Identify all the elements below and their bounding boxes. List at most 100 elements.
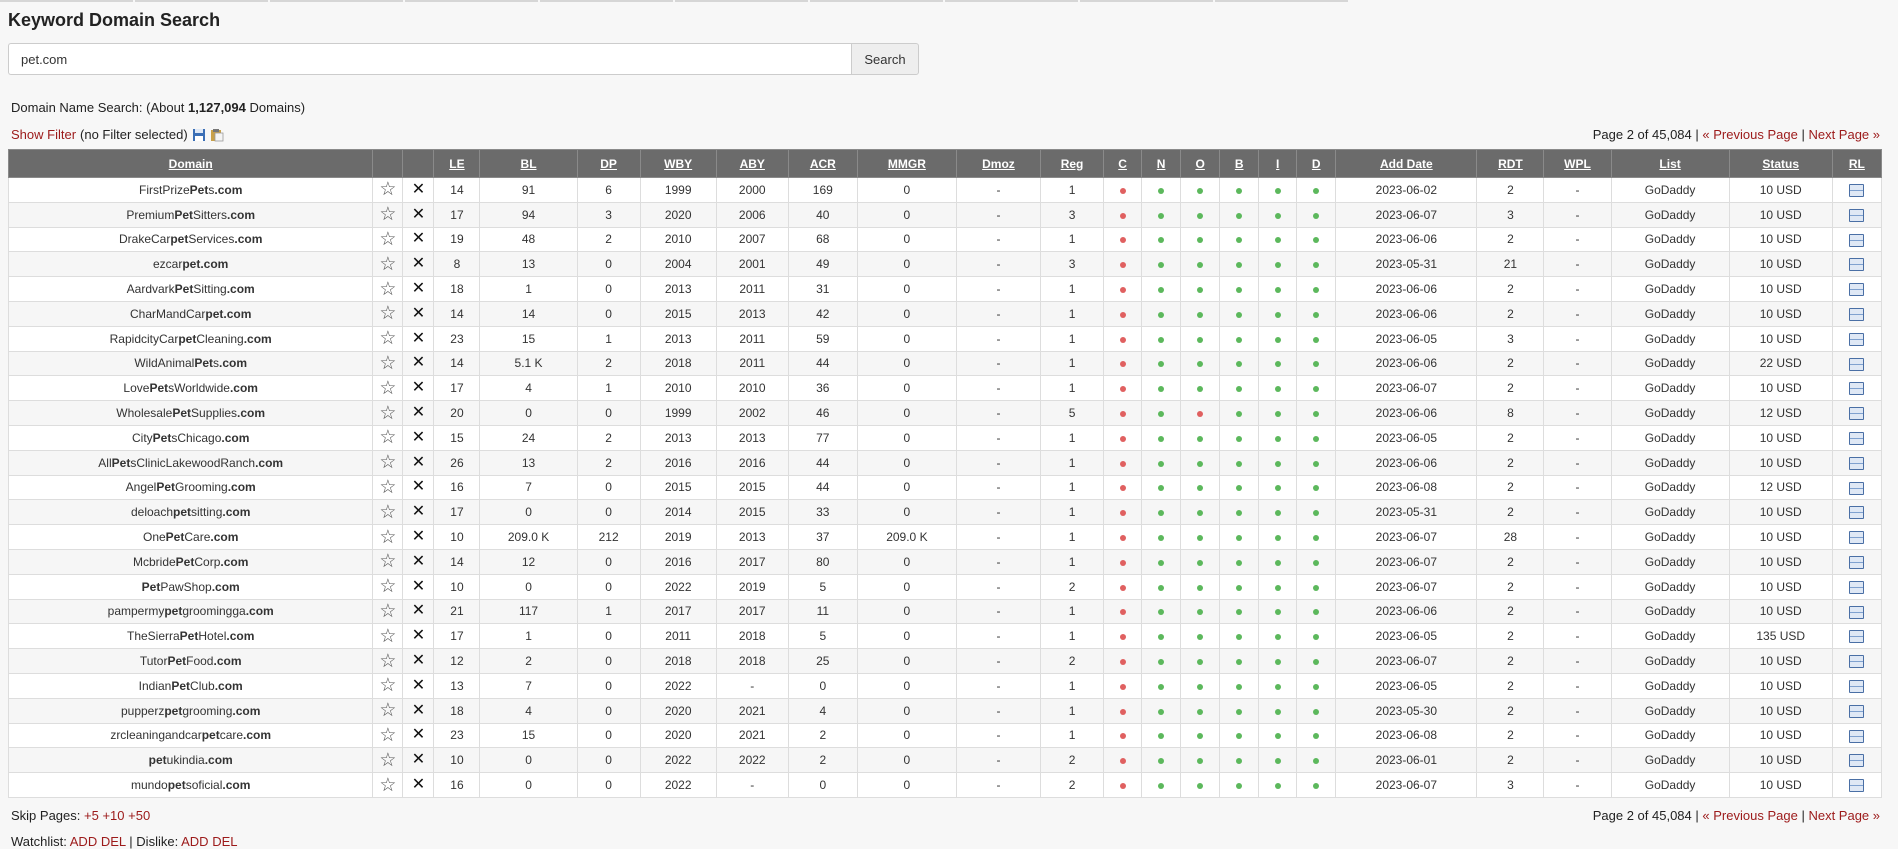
col-domain[interactable]: Domain — [7, 149, 374, 178]
close-icon[interactable]: ✕ — [412, 528, 425, 545]
star-icon[interactable]: ☆ — [379, 576, 396, 597]
close-icon[interactable]: ✕ — [412, 677, 425, 694]
top-tab[interactable] — [405, 0, 538, 2]
domain-link[interactable]: AardvarkPetSitting.com — [127, 282, 255, 296]
report-icon[interactable] — [1849, 233, 1865, 247]
star-icon[interactable]: ☆ — [379, 279, 396, 300]
domain-link[interactable]: WholesalePetSupplies.com — [116, 406, 265, 420]
star-icon[interactable]: ☆ — [379, 452, 396, 473]
report-icon[interactable] — [1849, 208, 1865, 222]
close-icon[interactable]: ✕ — [412, 404, 425, 421]
star-icon[interactable]: ☆ — [379, 378, 396, 399]
top-tab[interactable] — [1080, 0, 1213, 2]
report-icon[interactable] — [1849, 283, 1865, 297]
close-icon[interactable]: ✕ — [412, 578, 425, 595]
col-wpl[interactable]: WPL — [1543, 149, 1612, 178]
report-icon[interactable] — [1849, 184, 1865, 198]
star-icon[interactable]: ☆ — [379, 750, 396, 771]
close-icon[interactable]: ✕ — [412, 230, 425, 247]
domain-link[interactable]: pupperzpetgrooming.com — [121, 704, 260, 718]
col-status[interactable]: Status — [1728, 149, 1833, 178]
star-icon[interactable]: ☆ — [379, 229, 396, 250]
close-icon[interactable]: ✕ — [412, 702, 425, 719]
close-icon[interactable]: ✕ — [412, 751, 425, 768]
report-icon[interactable] — [1849, 754, 1865, 768]
close-icon[interactable]: ✕ — [412, 206, 425, 223]
domain-link[interactable]: DrakeCarpetServices.com — [119, 232, 262, 246]
report-icon[interactable] — [1849, 605, 1865, 619]
close-icon[interactable]: ✕ — [412, 280, 425, 297]
report-icon[interactable] — [1849, 531, 1865, 545]
domain-link[interactable]: CharMandCarpet.com — [130, 307, 251, 321]
star-icon[interactable]: ☆ — [379, 626, 396, 647]
col-c[interactable]: C — [1103, 149, 1143, 178]
report-icon[interactable] — [1849, 308, 1865, 322]
top-tab[interactable] — [0, 0, 133, 2]
star-icon[interactable]: ☆ — [379, 353, 396, 374]
report-icon[interactable] — [1849, 556, 1865, 570]
col-dp[interactable]: DP — [576, 149, 641, 178]
col-dmoz[interactable]: Dmoz — [955, 149, 1042, 178]
domain-link[interactable]: OnePetCare.com — [143, 530, 238, 544]
close-icon[interactable]: ✕ — [412, 379, 425, 396]
domain-link[interactable]: petukindia.com — [149, 753, 233, 767]
report-icon[interactable] — [1849, 779, 1865, 793]
domain-link[interactable]: ezcarpet.com — [153, 257, 228, 271]
col-acr[interactable]: ACR — [787, 149, 858, 178]
top-tab[interactable] — [135, 0, 268, 2]
report-icon[interactable] — [1849, 704, 1865, 718]
star-icon[interactable]: ☆ — [379, 328, 396, 349]
close-icon[interactable]: ✕ — [412, 602, 425, 619]
star-icon[interactable]: ☆ — [379, 204, 396, 225]
skip-5-link[interactable]: +5 — [84, 808, 99, 823]
domain-link[interactable]: mundopetsoficial.com — [131, 778, 250, 792]
domain-link[interactable]: TutorPetFood.com — [140, 654, 242, 668]
star-icon[interactable]: ☆ — [379, 427, 396, 448]
report-icon[interactable] — [1849, 655, 1865, 669]
col-d[interactable]: D — [1296, 149, 1337, 178]
report-icon[interactable] — [1849, 729, 1865, 743]
top-tab[interactable] — [810, 0, 943, 2]
report-icon[interactable] — [1849, 357, 1865, 371]
domain-link[interactable]: AllPetsClinicLakewoodRanch.com — [98, 456, 283, 470]
report-icon[interactable] — [1849, 580, 1865, 594]
close-icon[interactable]: ✕ — [412, 181, 425, 198]
top-tab[interactable] — [270, 0, 403, 2]
close-icon[interactable]: ✕ — [412, 354, 425, 371]
report-icon[interactable] — [1849, 481, 1865, 495]
skip-50-link[interactable]: +50 — [128, 808, 150, 823]
star-icon[interactable]: ☆ — [379, 700, 396, 721]
previous-page-link[interactable]: « Previous Page — [1702, 127, 1797, 142]
close-icon[interactable]: ✕ — [412, 627, 425, 644]
domain-link[interactable]: WildAnimalPets.com — [134, 356, 247, 370]
next-page-link[interactable]: Next Page » — [1808, 808, 1880, 823]
col-rdt[interactable]: RDT — [1476, 149, 1545, 178]
col-bl[interactable]: BL — [479, 149, 578, 178]
report-icon[interactable] — [1849, 258, 1865, 272]
close-icon[interactable]: ✕ — [412, 503, 425, 520]
domain-link[interactable]: CityPetsChicago.com — [132, 431, 249, 445]
close-icon[interactable]: ✕ — [412, 776, 425, 793]
star-icon[interactable]: ☆ — [379, 502, 396, 523]
domain-link[interactable]: TheSierraPetHotel.com — [127, 629, 254, 643]
col-list[interactable]: List — [1610, 149, 1730, 178]
col-i[interactable]: I — [1258, 149, 1298, 178]
domain-link[interactable]: McbridePetCorp.com — [133, 555, 248, 569]
previous-page-link[interactable]: « Previous Page — [1702, 808, 1797, 823]
next-page-link[interactable]: Next Page » — [1808, 127, 1880, 142]
star-icon[interactable]: ☆ — [379, 651, 396, 672]
domain-link[interactable]: deloachpetsitting.com — [131, 505, 250, 519]
domain-link[interactable]: PremiumPetSitters.com — [126, 208, 255, 222]
col-wby[interactable]: WBY — [639, 149, 717, 178]
report-icon[interactable] — [1849, 680, 1865, 693]
col-aby[interactable]: ABY — [715, 149, 789, 178]
show-filter-link[interactable]: Show Filter — [11, 127, 76, 142]
clipboard-icon[interactable] — [210, 128, 224, 142]
star-icon[interactable]: ☆ — [379, 254, 396, 275]
col-rl[interactable]: RL — [1831, 149, 1883, 178]
star-icon[interactable]: ☆ — [379, 477, 396, 498]
top-tab[interactable] — [540, 0, 673, 2]
star-icon[interactable]: ☆ — [379, 725, 396, 746]
search-button[interactable]: Search — [851, 43, 919, 75]
col-mmgr[interactable]: MMGR — [856, 149, 957, 178]
